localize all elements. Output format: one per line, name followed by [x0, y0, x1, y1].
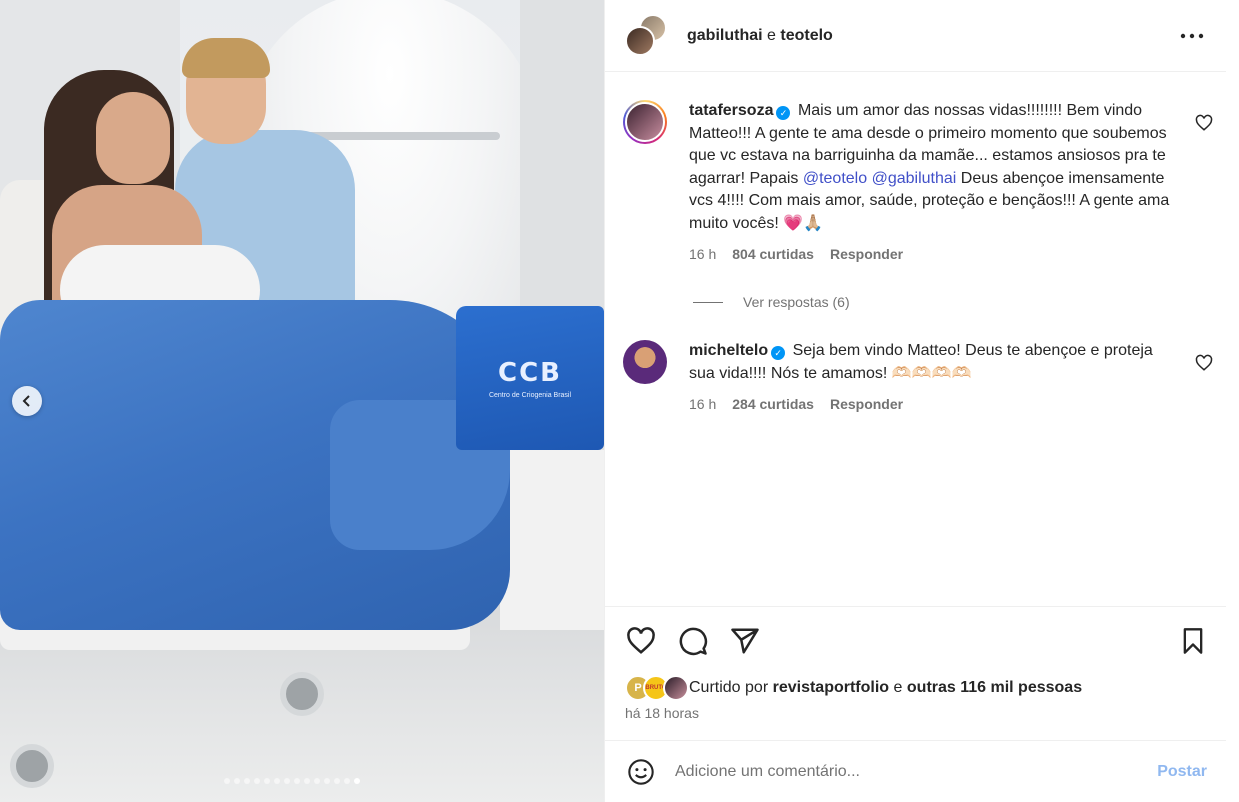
comment-text: micheltelo ✓ Seja bem vindo Matteo! Deus …	[689, 340, 1175, 385]
bag-text: Centro de Criogenia Brasil	[488, 391, 572, 399]
comment-username[interactable]: micheltelo	[689, 342, 768, 359]
smile-icon	[628, 758, 654, 785]
bookmark-icon	[1183, 628, 1203, 654]
others-link[interactable]: outras 116 mil pessoas	[907, 679, 1082, 696]
comment-meta: 16 h 804 curtidas Responder	[689, 243, 1175, 266]
carousel-dot	[254, 778, 260, 784]
liker-avatars: P BRUTO	[625, 675, 689, 701]
comment-meta: 16 h 284 curtidas Responder	[689, 393, 1175, 416]
view-replies-button[interactable]: Ver respostas (6)	[693, 294, 850, 310]
share-button[interactable]	[729, 625, 761, 657]
comment: micheltelo ✓ Seja bem vindo Matteo! Deus …	[623, 340, 1213, 416]
carousel-dot	[224, 778, 230, 784]
comment-time[interactable]: 16 h	[689, 243, 716, 266]
post-comment-button[interactable]: Postar	[1157, 763, 1207, 781]
comment-input[interactable]	[675, 762, 1135, 781]
send-icon	[731, 628, 759, 654]
carousel-dot	[304, 778, 310, 784]
divider	[693, 301, 723, 303]
carousel-dot	[354, 778, 360, 784]
verified-badge-icon: ✓	[771, 346, 786, 360]
verified-badge-icon: ✓	[776, 106, 791, 120]
post-photo: CCB Centro de Criogenia Brasil	[0, 0, 604, 802]
carousel-dots	[224, 778, 360, 784]
photo-woman-face	[96, 92, 170, 184]
emoji: 💗🙏🏼	[783, 214, 824, 232]
carousel-dot	[264, 778, 270, 784]
post-authors: gabiluthai e teotelo	[687, 27, 833, 45]
comment-time[interactable]: 16 h	[689, 393, 716, 416]
avatar[interactable]	[623, 340, 667, 384]
reply-button[interactable]: Responder	[830, 393, 903, 416]
emoji-button[interactable]	[625, 756, 657, 788]
carousel-dot	[324, 778, 330, 784]
carousel-prev-button[interactable]	[12, 386, 42, 416]
view-replies-label: Ver respostas (6)	[743, 294, 850, 310]
comment-body: micheltelo ✓ Seja bem vindo Matteo! Deus …	[689, 340, 1175, 416]
carousel-dot	[244, 778, 250, 784]
carousel-dot	[234, 778, 240, 784]
liker-link[interactable]: revistaportfolio	[773, 679, 889, 696]
carousel-dot	[284, 778, 290, 784]
action-bar	[625, 625, 761, 657]
comment-likes[interactable]: 284 curtidas	[732, 393, 814, 416]
more-options-button[interactable]	[1178, 22, 1206, 50]
post-sidebar: gabiluthai e teotelo tatafersoza ✓ Mais u…	[604, 0, 1227, 802]
comments-list: tatafersoza ✓ Mais um amor das nossas vid…	[605, 72, 1227, 606]
photo-man-hair	[182, 38, 270, 78]
heart-icon[interactable]	[1195, 354, 1213, 372]
comment-text: tatafersoza ✓ Mais um amor das nossas vid…	[689, 100, 1175, 235]
photo-rail	[300, 132, 500, 140]
emoji: 🫶🏻🫶🏻🫶🏻🫶🏻	[891, 364, 972, 382]
comment-icon	[679, 627, 708, 656]
mention-link[interactable]: @gabiluthai	[872, 170, 957, 187]
like-button[interactable]	[625, 625, 657, 657]
carousel-dot	[344, 778, 350, 784]
heart-icon[interactable]	[1195, 114, 1213, 132]
heart-icon	[627, 627, 655, 654]
avatar[interactable]	[663, 675, 689, 701]
carousel-dot	[294, 778, 300, 784]
likes-text: Curtido por revistaportfolio e outras 11…	[689, 679, 1082, 697]
save-button[interactable]	[1177, 625, 1209, 657]
comment-body: tatafersoza ✓ Mais um amor das nossas vid…	[689, 100, 1175, 266]
reply-button[interactable]: Responder	[830, 243, 903, 266]
carousel-dot	[314, 778, 320, 784]
avatar[interactable]	[623, 100, 667, 144]
photo-wheel	[10, 744, 54, 788]
more-horizontal-icon	[1180, 33, 1204, 39]
avatar[interactable]	[625, 25, 655, 56]
comment-likes[interactable]: 804 curtidas	[732, 243, 814, 266]
page-edge	[1226, 0, 1239, 802]
likes-summary: P BRUTO Curtido por revistaportfolio e o…	[625, 675, 1082, 701]
author-avatars[interactable]	[625, 13, 669, 58]
post-header: gabiluthai e teotelo	[605, 0, 1226, 72]
comment-username[interactable]: tatafersoza	[689, 102, 773, 119]
add-comment-bar: Postar	[605, 740, 1227, 802]
likes-middle: e	[893, 679, 903, 696]
post-timestamp[interactable]: há 18 horas	[625, 705, 699, 721]
mention-link[interactable]: @teotelo	[803, 170, 867, 187]
comment: tatafersoza ✓ Mais um amor das nossas vid…	[623, 100, 1213, 266]
author-link[interactable]: gabiluthai	[687, 27, 763, 44]
post-actions: P BRUTO Curtido por revistaportfolio e o…	[605, 606, 1227, 740]
author-separator: e	[767, 26, 776, 44]
author-link[interactable]: teotelo	[780, 27, 832, 44]
carousel-dot	[334, 778, 340, 784]
likes-prefix: Curtido por	[689, 679, 769, 696]
photo-bag: CCB Centro de Criogenia Brasil	[456, 306, 604, 450]
chevron-left-icon	[22, 395, 30, 407]
bag-logo: CCB	[498, 357, 562, 388]
carousel-dot	[274, 778, 280, 784]
comment-button[interactable]	[677, 625, 709, 657]
photo-cabinet	[500, 450, 604, 630]
photo-wheel	[280, 672, 324, 716]
